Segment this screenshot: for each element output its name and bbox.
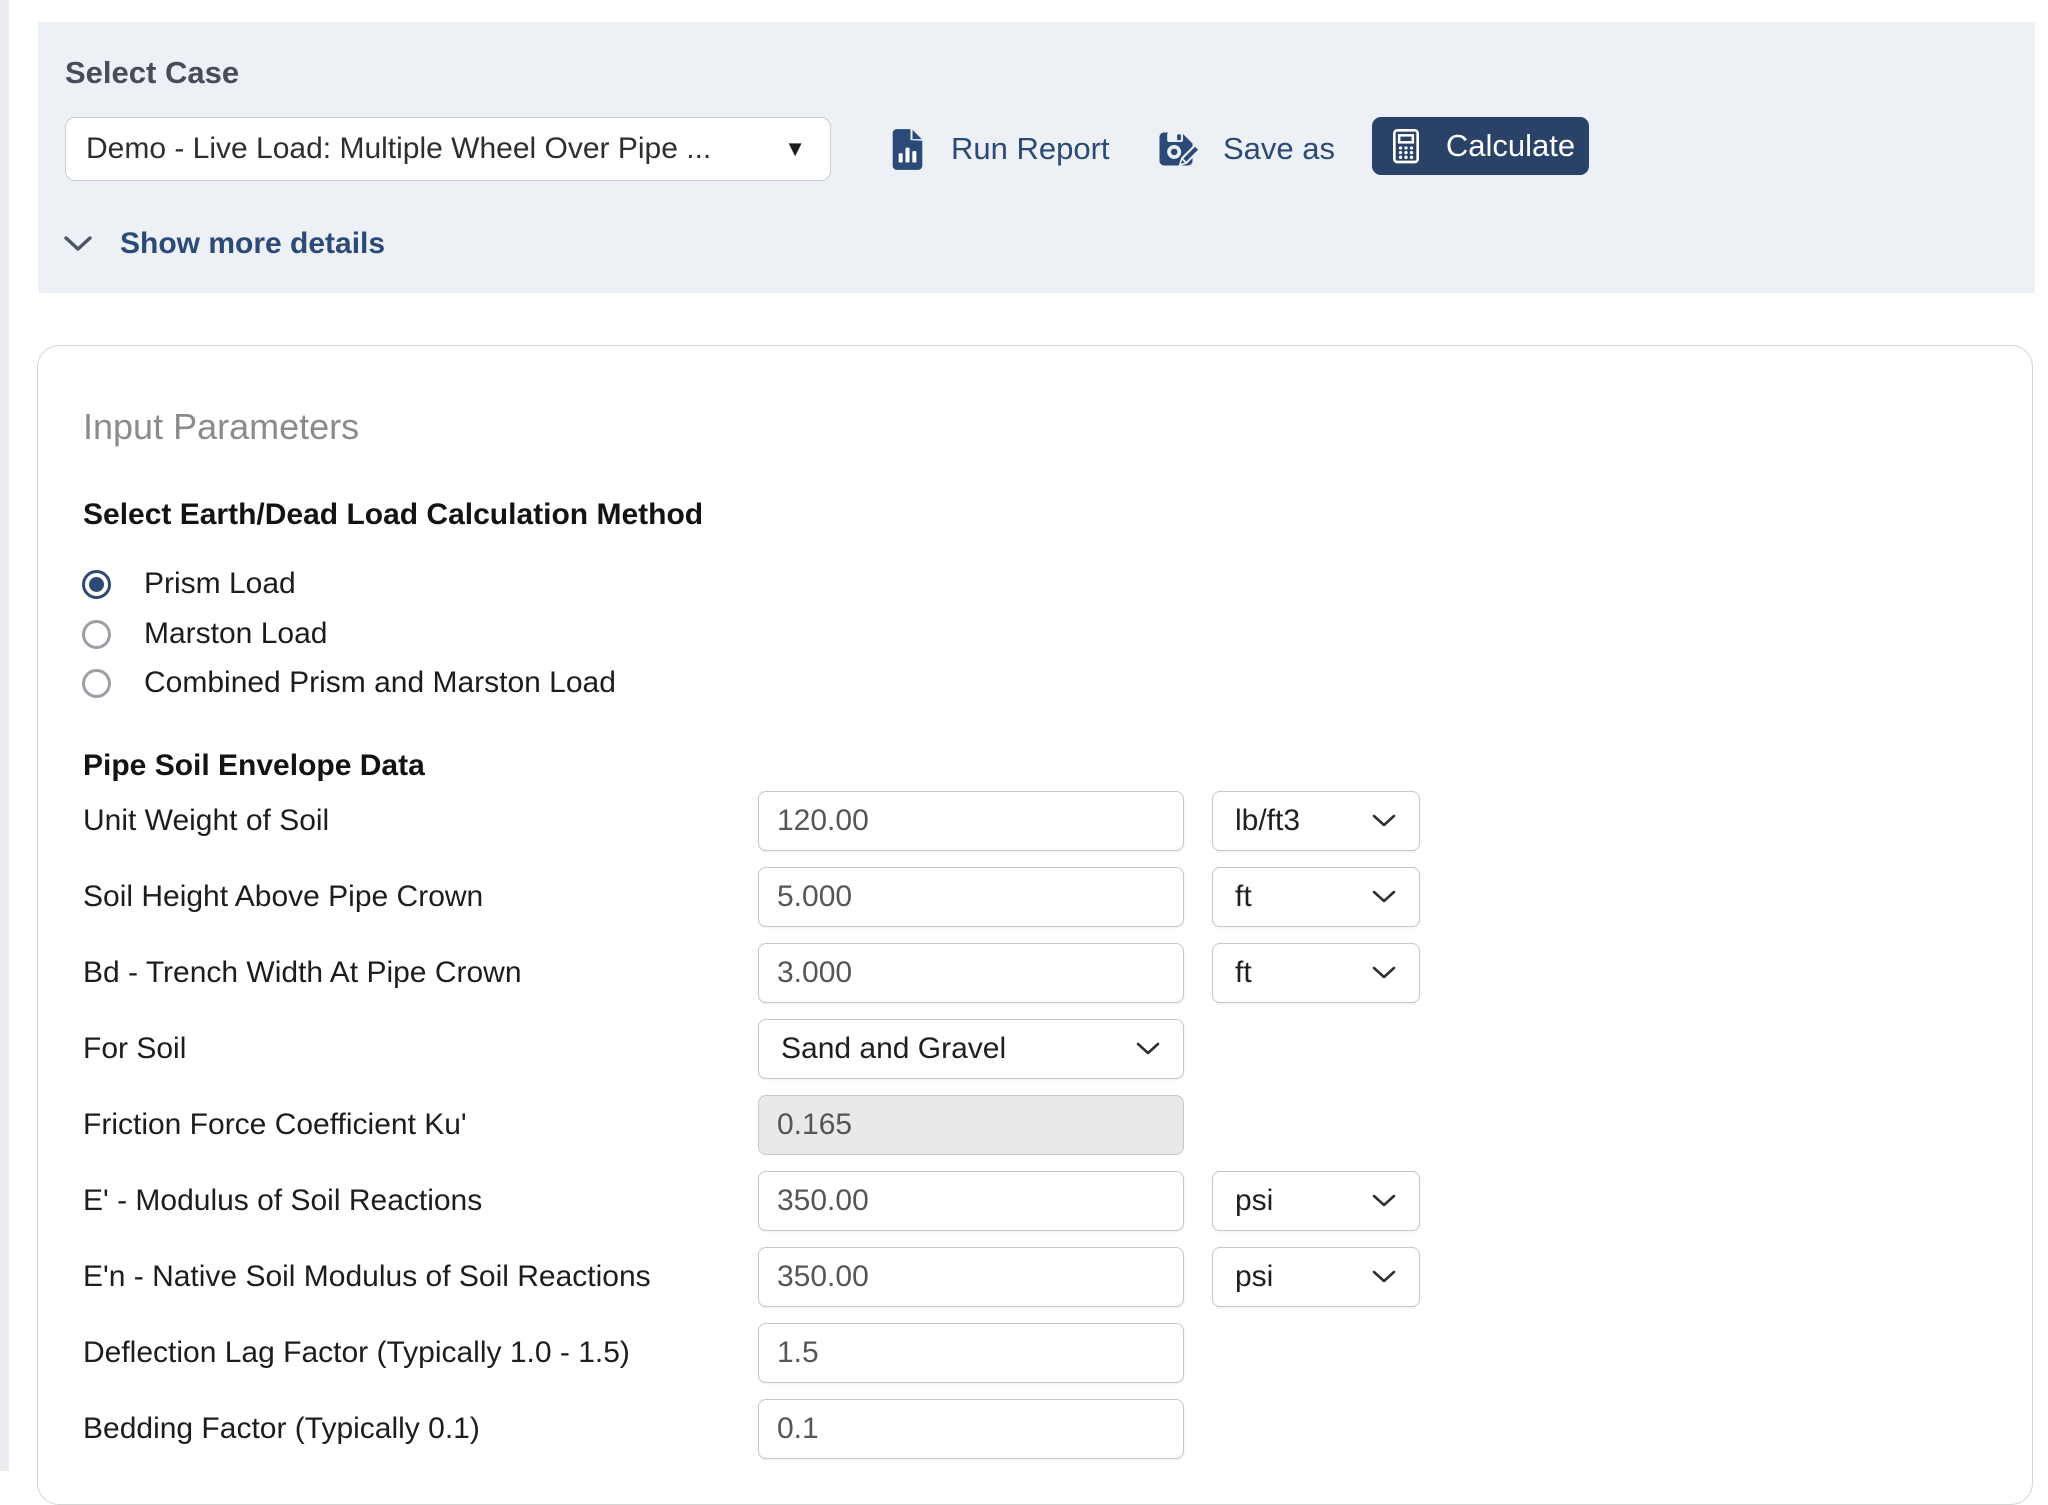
- case-dropdown-value: Demo - Live Load: Multiple Wheel Over Pi…: [86, 132, 712, 165]
- form-row: E' - Modulus of Soil Reactions psi: [38, 1171, 2032, 1231]
- calculator-icon: [1386, 126, 1426, 166]
- trench-width-input[interactable]: [758, 943, 1184, 1003]
- radio-icon[interactable]: [82, 569, 111, 599]
- chevron-down-icon: [1372, 814, 1396, 827]
- case-dropdown[interactable]: Demo - Live Load: Multiple Wheel Over Pi…: [65, 117, 831, 181]
- form-row: For Soil Sand and Gravel: [38, 1019, 2032, 1079]
- form-row: Friction Force Coefficient Ku': [38, 1095, 2032, 1155]
- field-label: Unit Weight of Soil: [83, 804, 330, 837]
- soil-height-input[interactable]: [758, 867, 1184, 927]
- e-modulus-unit-select[interactable]: psi: [1212, 1171, 1420, 1231]
- bedding-factor-input[interactable]: [758, 1399, 1184, 1459]
- form-row: Bedding Factor (Typically 0.1): [38, 1399, 2032, 1459]
- field-label: Friction Force Coefficient Ku': [83, 1108, 467, 1141]
- card-title: Input Parameters: [83, 406, 360, 447]
- form-row: Unit Weight of Soil lb/ft3: [38, 791, 2032, 851]
- form-row: E'n - Native Soil Modulus of Soil Reacti…: [38, 1247, 2032, 1307]
- select-case-panel: Select Case Demo - Live Load: Multiple W…: [38, 22, 2035, 293]
- input-parameters-card: Input Parameters Select Earth/Dead Load …: [37, 345, 2033, 1505]
- floppy-pencil-icon: [1154, 127, 1198, 171]
- method-section-title: Select Earth/Dead Load Calculation Metho…: [83, 498, 704, 531]
- pipe-soil-section-title: Pipe Soil Envelope Data: [83, 749, 425, 782]
- chevron-down-icon: [1136, 1042, 1160, 1055]
- for-soil-select[interactable]: Sand and Gravel: [758, 1019, 1184, 1079]
- chevron-down-icon: [1372, 966, 1396, 979]
- trench-width-unit-select[interactable]: ft: [1212, 943, 1420, 1003]
- run-report-label: Run Report: [951, 131, 1110, 166]
- chevron-down-icon: [1372, 1270, 1396, 1283]
- chevron-down-icon: [62, 234, 94, 254]
- calculate-button[interactable]: Calculate: [1372, 117, 1589, 175]
- field-label: For Soil: [83, 1032, 187, 1065]
- field-label: Bedding Factor (Typically 0.1): [83, 1412, 480, 1445]
- en-native-modulus-unit-select[interactable]: psi: [1212, 1247, 1420, 1307]
- en-native-modulus-input[interactable]: [758, 1247, 1184, 1307]
- field-label: Bd - Trench Width At Pipe Crown: [83, 956, 522, 989]
- radio-icon[interactable]: [82, 619, 111, 649]
- run-report-button[interactable]: Run Report: [889, 117, 1110, 181]
- save-as-label: Save as: [1223, 131, 1336, 166]
- show-more-details-label: Show more details: [120, 227, 386, 260]
- form-row: Deflection Lag Factor (Typically 1.0 - 1…: [38, 1323, 2032, 1383]
- field-label: E'n - Native Soil Modulus of Soil Reacti…: [83, 1260, 651, 1293]
- chevron-down-icon: [1372, 890, 1396, 903]
- select-case-heading: Select Case: [65, 55, 240, 90]
- radio-option-combined-load[interactable]: Combined Prism and Marston Load: [82, 663, 616, 703]
- radio-icon[interactable]: [82, 668, 111, 698]
- show-more-details-toggle[interactable]: Show more details: [62, 222, 385, 266]
- form-row: Bd - Trench Width At Pipe Crown ft: [38, 943, 2032, 1003]
- soil-height-unit-select[interactable]: ft: [1212, 867, 1420, 927]
- field-label: Deflection Lag Factor (Typically 1.0 - 1…: [83, 1336, 630, 1369]
- friction-coefficient-input: [758, 1095, 1184, 1155]
- field-label: E' - Modulus of Soil Reactions: [83, 1184, 483, 1217]
- caret-down-icon: ▼: [784, 136, 806, 161]
- page-edge-strip: [0, 0, 9, 1471]
- field-label: Soil Height Above Pipe Crown: [83, 880, 484, 913]
- unit-weight-unit-select[interactable]: lb/ft3: [1212, 791, 1420, 851]
- chevron-down-icon: [1372, 1194, 1396, 1207]
- deflection-lag-input[interactable]: [758, 1323, 1184, 1383]
- e-modulus-input[interactable]: [758, 1171, 1184, 1231]
- unit-weight-input[interactable]: [758, 791, 1184, 851]
- file-chart-icon: [889, 127, 926, 172]
- calculate-label: Calculate: [1445, 128, 1576, 163]
- radio-option-prism-load[interactable]: Prism Load: [82, 564, 296, 604]
- radio-option-marston-load[interactable]: Marston Load: [82, 614, 327, 654]
- form-row: Soil Height Above Pipe Crown ft: [38, 867, 2032, 927]
- save-as-button[interactable]: Save as: [1154, 117, 1335, 181]
